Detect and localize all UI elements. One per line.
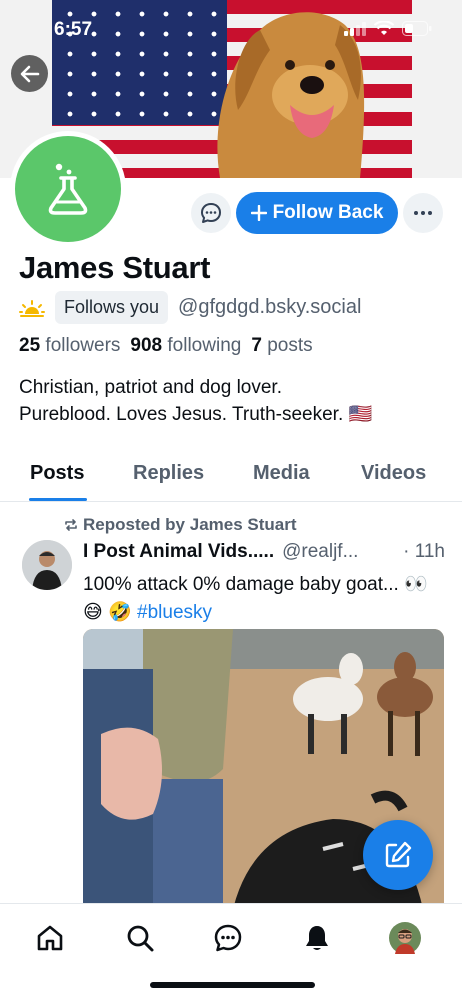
tab-videos[interactable]: Videos — [361, 462, 426, 485]
display-name: James Stuart — [19, 250, 211, 285]
chat-bubble-icon — [201, 203, 221, 223]
nav-search[interactable] — [123, 921, 157, 955]
ellipsis-icon — [414, 211, 432, 215]
follow-back-button[interactable]: Follow Back — [236, 192, 398, 234]
author-avatar-image — [22, 540, 72, 590]
repost-indicator[interactable]: Reposted by James Stuart — [64, 515, 297, 535]
post-author-avatar[interactable] — [22, 540, 72, 590]
profile-tabs: Posts Replies Media Videos — [0, 450, 462, 502]
message-button[interactable] — [191, 193, 231, 233]
post-author-handle[interactable]: @realjf... — [282, 541, 358, 563]
status-time: 6:57 — [54, 19, 93, 40]
profile-bio: Christian, patriot and dog lover. Purebl… — [19, 374, 449, 428]
notifications-bell-icon — [306, 926, 328, 950]
profile-stats: 25 followers 908 following 7 posts — [19, 335, 313, 357]
tab-media[interactable]: Media — [253, 462, 310, 485]
sun-icon — [19, 299, 45, 317]
active-tab-indicator — [29, 498, 87, 501]
hashtag-link[interactable]: #bluesky — [137, 602, 212, 623]
wifi-icon — [374, 21, 394, 35]
tab-posts[interactable]: Posts — [30, 462, 84, 485]
plus-icon — [250, 205, 267, 221]
bio-line: Pureblood. Loves Jesus. Truth-seeker. 🇺🇸 — [19, 404, 373, 425]
posts-stat: 7 posts — [251, 335, 313, 356]
follow-back-label: Follow Back — [272, 202, 384, 223]
back-button[interactable] — [11, 55, 48, 92]
chat-icon — [214, 924, 242, 952]
following-stat[interactable]: 908 following — [130, 335, 241, 357]
nav-home[interactable] — [33, 921, 67, 955]
home-indicator[interactable] — [150, 982, 315, 988]
nav-profile[interactable] — [388, 921, 422, 955]
flask-icon — [48, 163, 88, 215]
avatar-placeholder — [15, 136, 121, 242]
status-bar: 6:57 — [0, 0, 462, 56]
post-header: I Post Animal Vids..... @realjf... · 11h — [83, 541, 445, 563]
profile-handle: @gfgdgd.bsky.social — [178, 296, 362, 318]
compose-pencil-icon — [385, 841, 412, 868]
profile-avatar[interactable] — [10, 131, 126, 247]
more-options-button[interactable] — [403, 193, 443, 233]
tab-replies[interactable]: Replies — [133, 462, 204, 485]
profile-avatar-icon — [389, 922, 421, 954]
compose-post-button[interactable] — [363, 820, 433, 890]
nav-notifications[interactable] — [300, 921, 334, 955]
battery-icon — [402, 21, 432, 36]
nav-chat[interactable] — [211, 921, 245, 955]
post-timestamp: · 11h — [403, 541, 445, 562]
home-icon — [37, 925, 63, 951]
repost-icon — [65, 519, 77, 531]
bio-line: Christian, patriot and dog lover. — [19, 377, 282, 398]
post-text: 100% attack 0% damage baby goat... 👀 😅 🤣… — [83, 574, 428, 623]
post-author-name[interactable]: I Post Animal Vids..... — [83, 541, 274, 563]
search-icon — [127, 925, 154, 952]
arrow-left-icon — [20, 65, 39, 82]
followers-stat[interactable]: 25 followers — [19, 335, 120, 357]
handle-row: Follows you @gfgdgd.bsky.social — [19, 291, 361, 324]
follows-you-badge: Follows you — [55, 291, 169, 324]
signal-icon — [344, 21, 366, 36]
